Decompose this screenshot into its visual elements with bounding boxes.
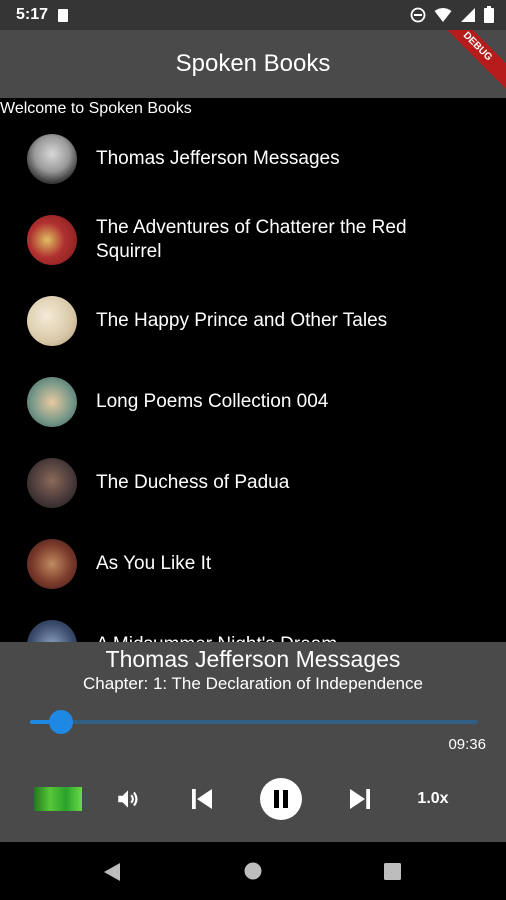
book-cover-avatar <box>27 296 77 346</box>
duration-text: 09:36 <box>448 736 486 753</box>
status-time: 5:17 <box>16 6 49 23</box>
app-title: Spoken Books <box>175 50 331 77</box>
book-list[interactable]: Thomas Jefferson Messages The Adventures… <box>0 118 506 642</box>
skip-next-icon <box>350 789 370 809</box>
previous-button[interactable] <box>182 777 222 821</box>
back-icon[interactable] <box>103 862 121 882</box>
book-cover-avatar <box>27 539 77 589</box>
book-cover-avatar <box>27 134 77 184</box>
playback-speed-button[interactable]: 1.0x <box>410 777 456 821</box>
book-list-item[interactable]: The Duchess of Padua <box>0 442 506 523</box>
welcome-text: Welcome to Spoken Books <box>0 100 192 117</box>
now-playing-title: Thomas Jefferson Messages <box>105 646 401 672</box>
book-cover-avatar <box>27 458 77 508</box>
recents-icon[interactable] <box>384 863 401 880</box>
book-title: Thomas Jefferson Messages <box>96 148 340 169</box>
volume-button[interactable] <box>110 777 146 821</box>
do-not-disturb-icon <box>410 7 426 22</box>
debug-banner: DEBUG <box>431 30 506 93</box>
audio-player: Thomas Jefferson Messages Chapter: 1: Th… <box>0 642 506 842</box>
progress-thumb[interactable] <box>49 710 74 734</box>
progress-slider[interactable] <box>30 710 478 734</box>
cover-thumbnail[interactable] <box>34 787 82 811</box>
book-cover-avatar <box>27 620 77 642</box>
now-playing-chapter: Chapter: 1: The Declaration of Independe… <box>83 674 423 693</box>
app-bar: Spoken Books DEBUG <box>0 30 506 98</box>
wifi-icon <box>434 7 452 22</box>
book-title: A Midsummer Night's Dream <box>96 633 476 642</box>
book-list-item[interactable]: Long Poems Collection 004 <box>0 361 506 442</box>
book-title: The Happy Prince and Other Tales <box>96 310 388 331</box>
book-list-item[interactable]: As You Like It <box>0 523 506 604</box>
home-icon[interactable] <box>244 862 262 880</box>
sd-card-icon <box>58 8 69 22</box>
book-cover-avatar <box>27 215 77 265</box>
book-list-item[interactable]: A Midsummer Night's Dream <box>0 604 506 642</box>
player-controls: 1.0x <box>0 777 506 821</box>
book-title: The Duchess of Padua <box>96 472 290 493</box>
next-button[interactable] <box>340 777 380 821</box>
book-title: As You Like It <box>96 553 212 574</box>
signal-icon <box>461 7 475 22</box>
book-title: The Adventures of Chatterer the Red Squi… <box>96 217 407 262</box>
book-list-item[interactable]: The Adventures of Chatterer the Red Squi… <box>0 199 506 280</box>
skip-previous-icon <box>192 789 212 809</box>
status-bar: 5:17 <box>0 0 506 30</box>
pause-button[interactable] <box>259 777 303 821</box>
pause-icon <box>260 778 302 820</box>
book-list-item[interactable]: The Happy Prince and Other Tales <box>0 280 506 361</box>
book-cover-avatar <box>27 377 77 427</box>
book-title: Long Poems Collection 004 <box>96 391 329 412</box>
system-nav-bar <box>0 842 506 900</box>
status-icons <box>410 6 494 23</box>
battery-icon <box>484 6 494 23</box>
book-list-item[interactable]: Thomas Jefferson Messages <box>0 118 506 199</box>
volume-icon <box>118 790 138 808</box>
